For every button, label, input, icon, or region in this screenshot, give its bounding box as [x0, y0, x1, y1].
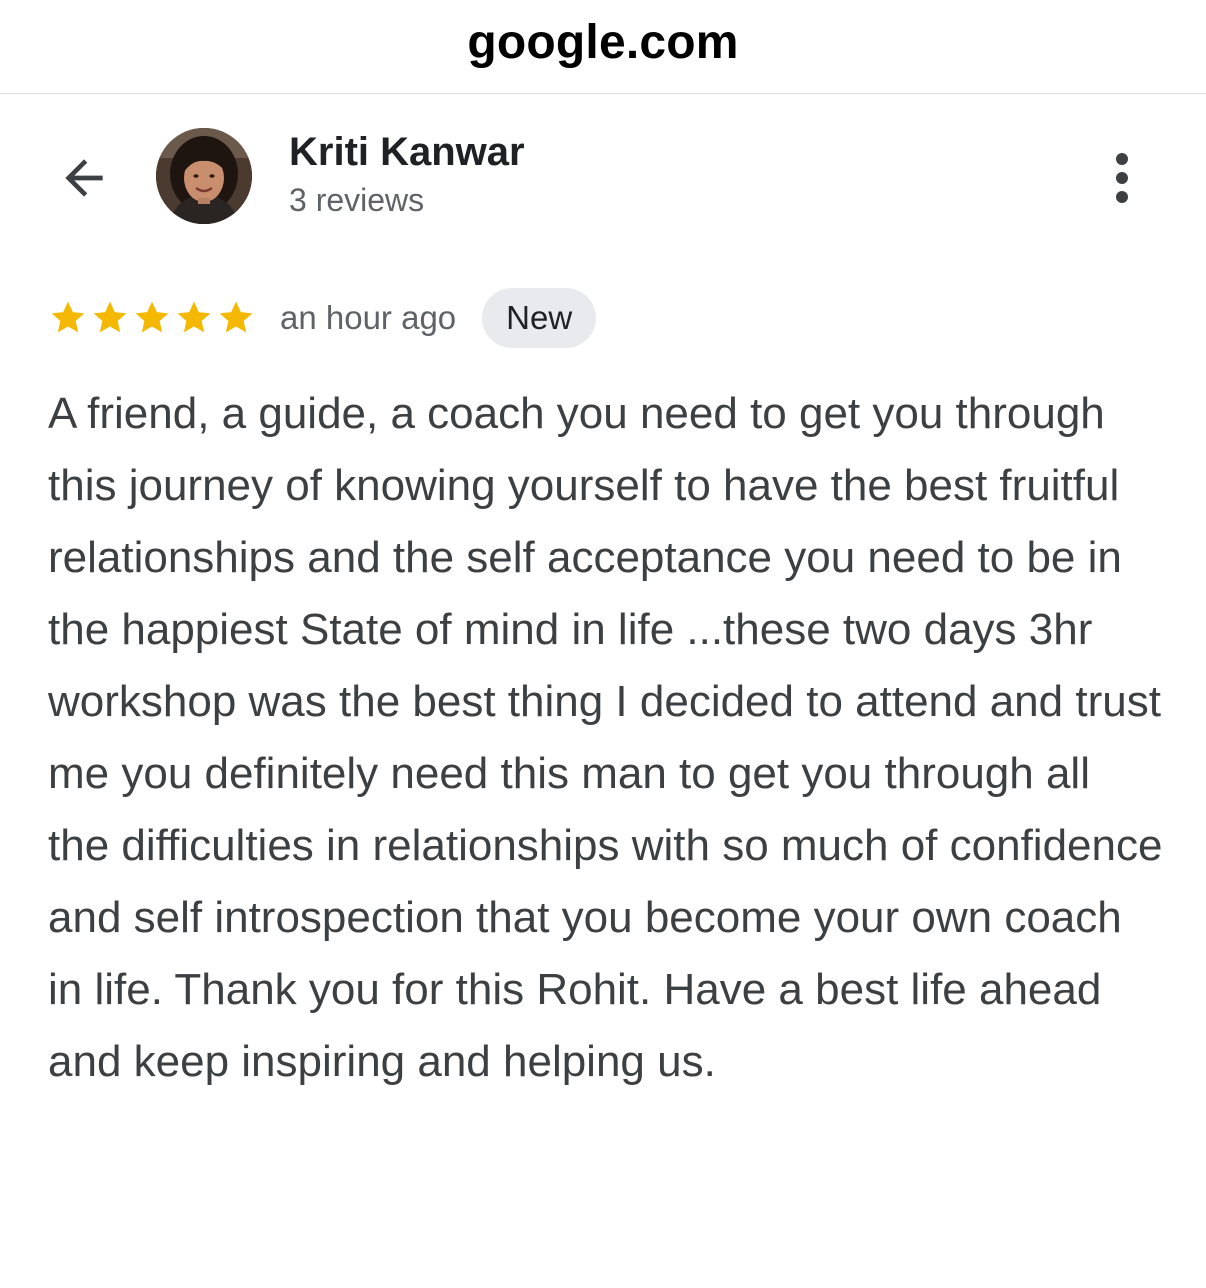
more-options-button[interactable] [1098, 146, 1146, 210]
browser-url-bar[interactable]: google.com [0, 0, 1206, 94]
reviewer-header: Kriti Kanwar 3 reviews [0, 94, 1206, 264]
avatar-photo [156, 128, 252, 224]
review-count: 3 reviews [289, 182, 425, 218]
star-rating [48, 298, 256, 338]
avatar[interactable] [156, 128, 252, 224]
star-icon [93, 301, 127, 333]
review-text: A friend, a guide, a coach you need to g… [48, 389, 1163, 1086]
more-vert-icon-dot-2 [1116, 172, 1128, 184]
back-button[interactable] [52, 146, 116, 210]
star-icon [219, 301, 253, 333]
more-vert-icon-dot-3 [1116, 191, 1128, 203]
star-icon [135, 301, 169, 333]
star-icon [177, 301, 211, 333]
review-meta: an hour ago New [48, 288, 597, 348]
arrow-back-icon [65, 159, 103, 197]
more-vert-icon [1116, 153, 1128, 165]
reviewer-name[interactable]: Kriti Kanwar [289, 130, 525, 175]
new-badge: New [482, 288, 597, 348]
star-icon [51, 301, 85, 333]
url-domain: google.com [467, 16, 739, 69]
review-timestamp: an hour ago [280, 299, 457, 336]
